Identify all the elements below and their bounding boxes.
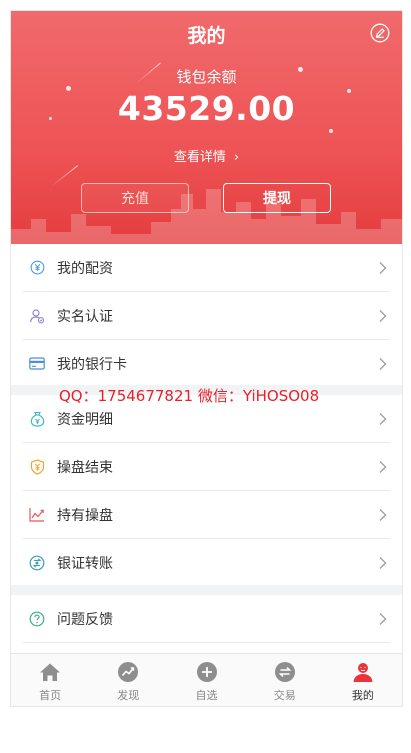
trend-chart-icon [29, 507, 45, 523]
tab-label: 交易 [273, 689, 296, 702]
menu-item-trading-ended[interactable]: 操盘结束 [23, 443, 390, 491]
view-details-link[interactable]: 查看详情 › [11, 146, 402, 165]
wallet-balance-label: 钱包余额 [176, 68, 237, 86]
money-bag-icon [29, 411, 45, 427]
transfer-icon [29, 555, 45, 571]
chevron-right-icon [379, 612, 387, 625]
user-icon [353, 663, 373, 682]
withdraw-button[interactable]: 提现 [223, 183, 331, 213]
discover-icon [118, 662, 139, 682]
chevron-right-icon [379, 309, 387, 322]
home-icon [40, 663, 61, 681]
chevron-right-icon [379, 412, 387, 425]
exchange-icon [274, 662, 295, 682]
menu-group-account: 我的配资 实名认证 我的银行卡 [11, 244, 402, 387]
menu-item-label: 银证转账 [57, 555, 113, 572]
yuan-coin-icon [29, 260, 45, 276]
bank-card-icon [29, 356, 45, 372]
chevron-right-icon [379, 357, 387, 370]
menu-item-label: 持有操盘 [57, 507, 113, 524]
tab-label: 自选 [195, 689, 218, 702]
bottom-tab-bar: 首页 发现 自选 交易 我的 [11, 653, 402, 706]
question-icon [29, 611, 45, 627]
tab-label: 我的 [351, 689, 374, 702]
recharge-button[interactable]: 充值 [81, 183, 189, 213]
menu-group-support: 问题反馈 [11, 595, 402, 643]
menu-item-feedback[interactable]: 问题反馈 [23, 595, 390, 643]
menu-item-bank-card[interactable]: 我的银行卡 [23, 340, 390, 387]
contact-watermark: QQ：1754677821 微信：YiHOSO08 [59, 387, 320, 405]
menu-item-label: 实名认证 [57, 308, 113, 325]
tab-mine[interactable]: 我的 [324, 654, 402, 706]
menu-item-my-financing[interactable]: 我的配资 [23, 244, 390, 292]
tab-label: 发现 [117, 689, 140, 702]
wallet-header: 我的 钱包余额 43529.00 查看详情 › 充值 提现 [11, 11, 402, 244]
chevron-right-icon [379, 460, 387, 473]
page-title: 我的 [187, 25, 226, 47]
menu-item-label: 操盘结束 [57, 459, 113, 476]
chevron-right-icon [379, 508, 387, 521]
tab-watchlist[interactable]: 自选 [167, 654, 245, 706]
tab-discover[interactable]: 发现 [89, 654, 167, 706]
user-verify-icon [29, 308, 45, 324]
tab-trade[interactable]: 交易 [246, 654, 324, 706]
chevron-right-icon: › [233, 150, 240, 165]
menu-item-label: 资金明细 [57, 411, 113, 428]
skyline-decoration [11, 189, 402, 244]
section-divider [11, 585, 402, 595]
view-details-label: 查看详情 [173, 150, 226, 165]
menu-group-trading: 资金明细 操盘结束 持有操盘 银证转账 [11, 395, 402, 586]
menu-item-label: 问题反馈 [57, 611, 113, 628]
chevron-right-icon [379, 261, 387, 274]
menu-item-label: 我的配资 [57, 260, 113, 277]
menu-item-real-name-verification[interactable]: 实名认证 [23, 292, 390, 340]
sparkle-decoration [329, 129, 333, 133]
tab-label: 首页 [39, 689, 62, 702]
wallet-balance-amount: 43529.00 [117, 89, 296, 128]
tab-home[interactable]: 首页 [11, 654, 89, 706]
yuan-shield-icon [29, 458, 45, 475]
edit-icon[interactable] [370, 23, 390, 43]
chevron-right-icon [379, 556, 387, 569]
app-screen: 我的 钱包余额 43529.00 查看详情 › 充值 提现 我的配资 实名认证 [10, 10, 403, 707]
menu-item-label: 我的银行卡 [57, 356, 127, 373]
plus-circle-icon [196, 662, 217, 682]
menu-item-bank-securities-transfer[interactable]: 银证转账 [23, 539, 390, 586]
menu-item-holding-positions[interactable]: 持有操盘 [23, 491, 390, 539]
